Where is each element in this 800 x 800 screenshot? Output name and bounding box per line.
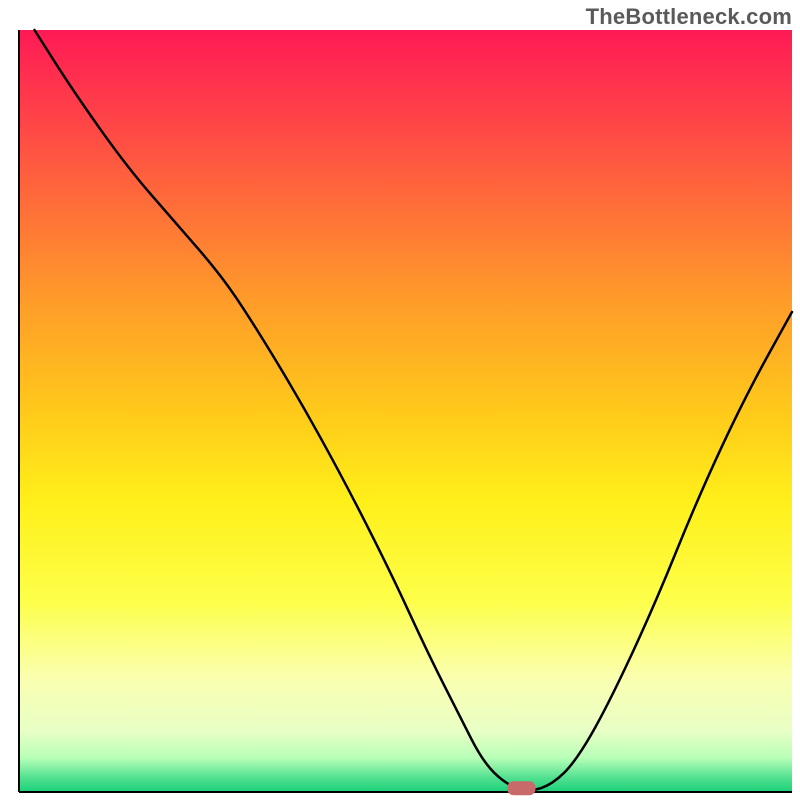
plot-background — [19, 30, 792, 792]
optimal-marker — [507, 781, 535, 795]
bottleneck-chart — [0, 0, 800, 800]
chart-frame: TheBottleneck.com — [0, 0, 800, 800]
